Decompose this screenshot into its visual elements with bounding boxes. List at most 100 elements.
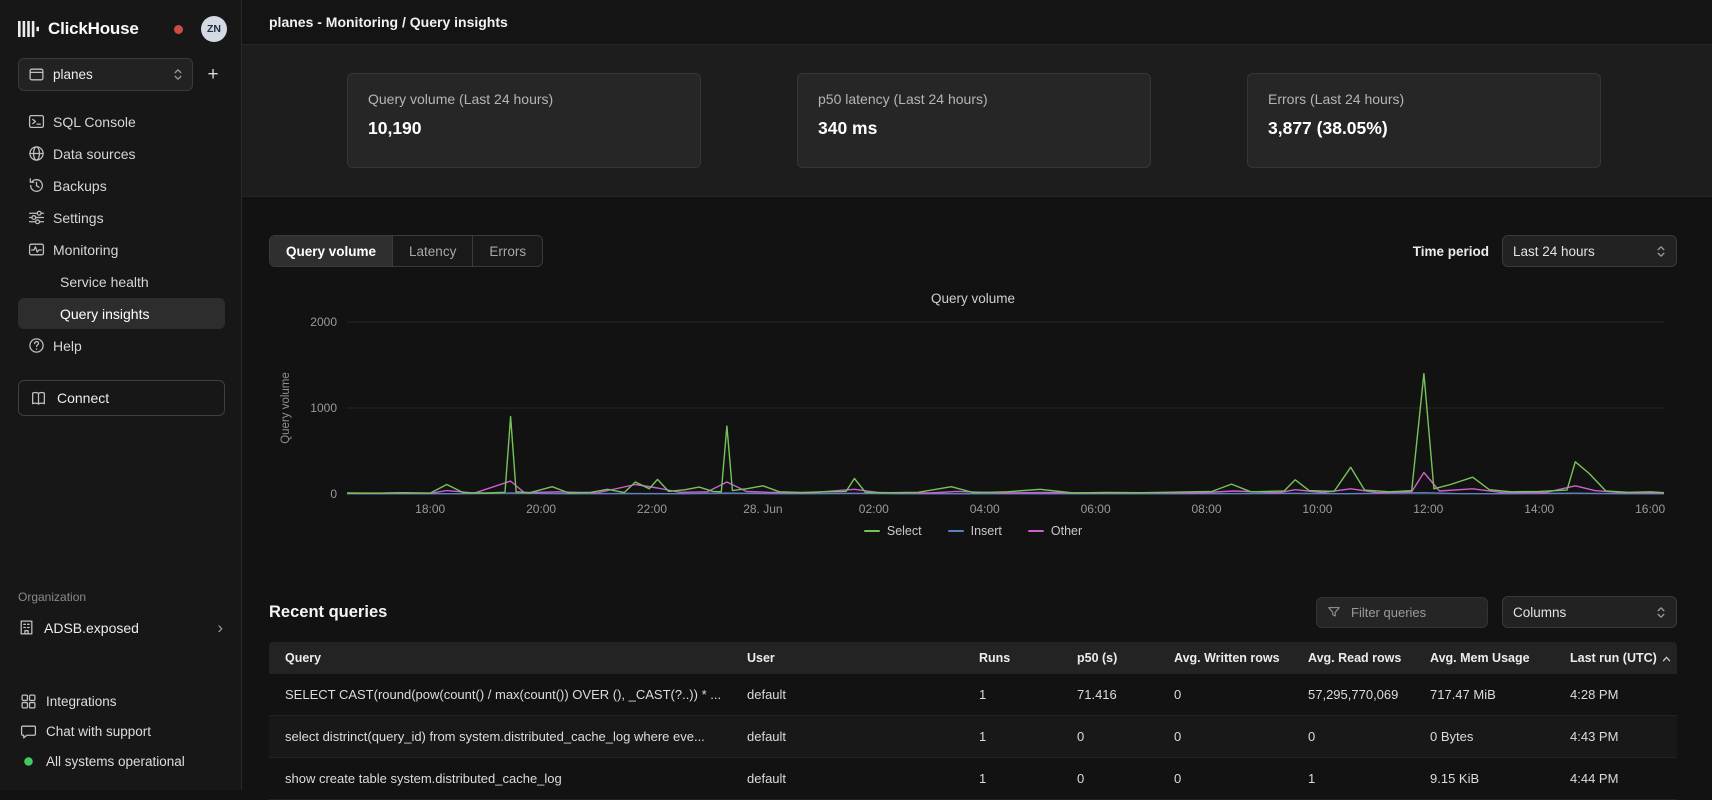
y-tick-label: 0 xyxy=(330,487,337,501)
tab-query-volume[interactable]: Query volume xyxy=(270,236,393,266)
column-header-p50-s[interactable]: p50 (s) xyxy=(1065,642,1162,674)
x-tick-label: 28. Jun xyxy=(743,502,782,516)
x-tick-label: 06:00 xyxy=(1081,502,1111,516)
sidebar-footer: Integrations Chat with support All systems… xyxy=(0,686,241,776)
cell-runs: 1 xyxy=(967,716,1065,758)
table-row[interactable]: select distrinct(query_id) from system.d… xyxy=(269,716,1677,758)
service-icon xyxy=(28,66,45,83)
sidebar-item-chat-with-support[interactable]: Chat with support xyxy=(18,716,225,746)
recent-queries-table: QueryUserRunsp50 (s)Avg. Written rowsAvg… xyxy=(269,642,1677,800)
settings-icon xyxy=(28,209,45,226)
sidebar-item-query-insights[interactable]: Query insights xyxy=(18,298,225,329)
legend-item-select[interactable]: Select xyxy=(864,524,922,538)
sidebar-item-label: Integrations xyxy=(46,694,117,709)
columns-select[interactable]: Columns xyxy=(1502,596,1677,628)
legend-marker xyxy=(948,530,964,532)
cell-avg-mem-usage: 717.47 MiB xyxy=(1418,674,1558,716)
stat-card-query-volume-last-24-hours: Query volume (Last 24 hours)10,190 xyxy=(347,73,701,168)
filter-queries-input[interactable] xyxy=(1349,604,1477,621)
cell-avg-written-rows: 0 xyxy=(1162,716,1296,758)
building-icon xyxy=(18,619,35,636)
sort-asc-icon xyxy=(1662,656,1671,662)
x-tick-label: 08:00 xyxy=(1192,502,1222,516)
brand-row: ClickHouse ZN xyxy=(0,8,241,50)
clickhouse-logo-icon xyxy=(18,20,40,38)
cell-p50-s: 0 xyxy=(1065,716,1162,758)
notification-dot[interactable] xyxy=(174,25,183,34)
service-selector[interactable]: planes xyxy=(18,58,193,91)
cell-runs: 1 xyxy=(967,674,1065,716)
column-header-avg-written-rows[interactable]: Avg. Written rows xyxy=(1162,642,1296,674)
sidebar-item-integrations[interactable]: Integrations xyxy=(18,686,225,716)
cell-user: default xyxy=(735,674,967,716)
sidebar-bottom: Organization ADSB.exposed › Integrations… xyxy=(0,590,241,790)
sidebar-item-label: All systems operational xyxy=(46,754,185,769)
sidebar-item-backups[interactable]: Backups xyxy=(18,170,225,201)
main-area: planes - Monitoring / Query insights Que… xyxy=(242,0,1712,790)
sidebar-item-all-systems-operational[interactable]: All systems operational xyxy=(18,746,225,776)
column-header-user[interactable]: User xyxy=(735,642,967,674)
app-root: ClickHouse ZN planes + SQL ConsoleData s… xyxy=(0,0,1712,790)
sidebar-item-help[interactable]: Help xyxy=(18,330,225,361)
sidebar-item-monitoring[interactable]: Monitoring xyxy=(18,234,225,265)
legend-label: Select xyxy=(887,524,922,538)
x-tick-label: 04:00 xyxy=(970,502,1000,516)
connect-label: Connect xyxy=(57,390,109,406)
time-period-value: Last 24 hours xyxy=(1513,244,1595,259)
chat-icon xyxy=(20,723,37,740)
cell-p50-s: 0 xyxy=(1065,758,1162,800)
sidebar-item-settings[interactable]: Settings xyxy=(18,202,225,233)
column-header-last-run-utc[interactable]: Last run (UTC) xyxy=(1558,642,1677,674)
chevron-updown-icon xyxy=(173,67,183,82)
time-period-select[interactable]: Last 24 hours xyxy=(1502,235,1677,267)
stat-card-p50-latency-last-24-hours: p50 latency (Last 24 hours)340 ms xyxy=(797,73,1151,168)
avatar[interactable]: ZN xyxy=(201,16,227,42)
stat-value: 10,190 xyxy=(368,118,680,139)
column-header-runs[interactable]: Runs xyxy=(967,642,1065,674)
column-header-avg-read-rows[interactable]: Avg. Read rows xyxy=(1296,642,1418,674)
sidebar-item-label: Settings xyxy=(53,210,104,226)
column-header-query[interactable]: Query xyxy=(269,642,735,674)
chart-title: Query volume xyxy=(269,291,1677,306)
sidebar-item-label: Monitoring xyxy=(53,242,118,258)
table-row[interactable]: show create table system.distributed_cac… xyxy=(269,758,1677,800)
connect-icon xyxy=(30,390,47,407)
x-tick-label: 12:00 xyxy=(1413,502,1443,516)
chevron-right-icon: › xyxy=(217,619,223,636)
sidebar-item-service-health[interactable]: Service health xyxy=(18,266,225,297)
stat-card-errors-last-24-hours: Errors (Last 24 hours)3,877 (38.05%) xyxy=(1247,73,1601,168)
add-service-button[interactable]: + xyxy=(199,61,227,89)
monitoring-icon xyxy=(28,241,45,258)
sidebar-item-data-sources[interactable]: Data sources xyxy=(18,138,225,169)
help-icon xyxy=(28,337,45,354)
funnel-icon xyxy=(1327,605,1341,619)
connect-button[interactable]: Connect xyxy=(18,380,225,416)
tab-latency[interactable]: Latency xyxy=(393,236,473,266)
x-tick-label: 02:00 xyxy=(859,502,889,516)
cell-user: default xyxy=(735,758,967,800)
console-icon xyxy=(28,113,45,130)
column-header-avg-mem-usage[interactable]: Avg. Mem Usage xyxy=(1418,642,1558,674)
x-tick-label: 20:00 xyxy=(526,502,556,516)
chart-tab-group: Query volumeLatencyErrors xyxy=(269,235,543,267)
cell-user: default xyxy=(735,716,967,758)
cell-avg-written-rows: 0 xyxy=(1162,758,1296,800)
legend-marker xyxy=(864,530,880,532)
sidebar-item-sql-console[interactable]: SQL Console xyxy=(18,106,225,137)
legend-marker xyxy=(1028,530,1044,532)
organization-selector[interactable]: ADSB.exposed › xyxy=(0,613,241,642)
x-tick-label: 10:00 xyxy=(1302,502,1332,516)
x-tick-label: 18:00 xyxy=(415,502,445,516)
sidebar-item-label: Chat with support xyxy=(46,724,151,739)
cell-query: select distrinct(query_id) from system.d… xyxy=(269,716,735,758)
chevron-updown-icon xyxy=(1656,244,1666,259)
tab-errors[interactable]: Errors xyxy=(473,236,542,266)
recent-queries-title: Recent queries xyxy=(269,603,387,622)
table-row[interactable]: SELECT CAST(round(pow(count() / max(coun… xyxy=(269,674,1677,716)
legend-item-other[interactable]: Other xyxy=(1028,524,1082,538)
time-period: Time period Last 24 hours xyxy=(1413,235,1677,267)
cell-query: SELECT CAST(round(pow(count() / max(coun… xyxy=(269,674,735,716)
chevron-updown-icon xyxy=(1656,605,1666,620)
cell-last-run-utc: 4:43 PM xyxy=(1558,716,1677,758)
legend-item-insert[interactable]: Insert xyxy=(948,524,1002,538)
